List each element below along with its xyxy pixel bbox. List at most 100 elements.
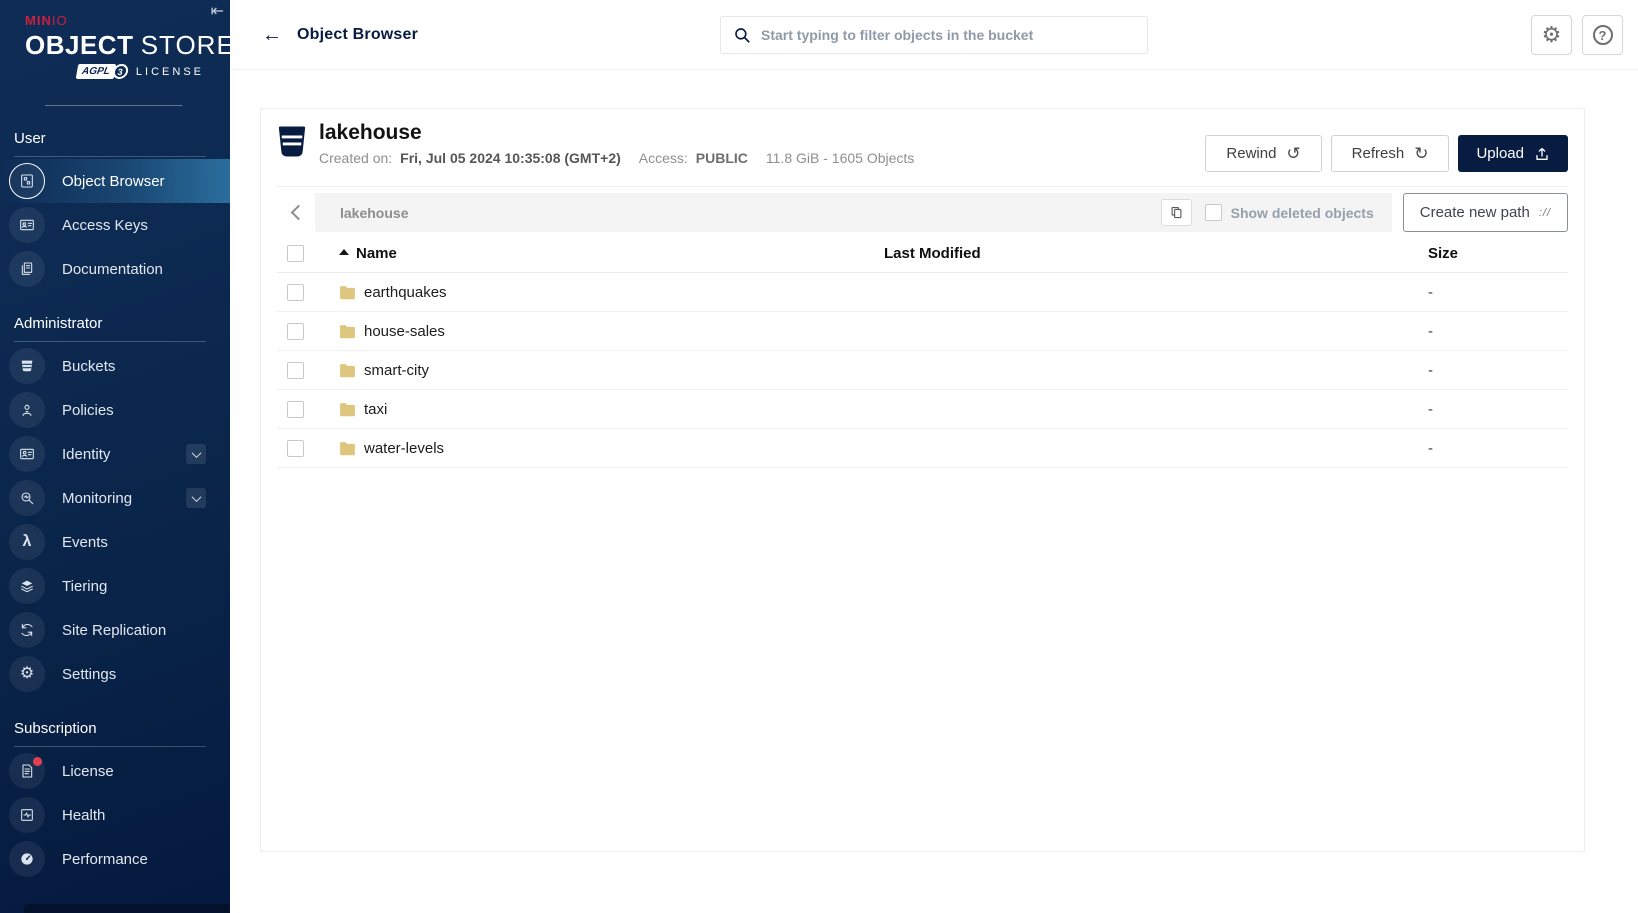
created-value: Fri, Jul 05 2024 10:35:08 (GMT+2) — [400, 150, 621, 166]
sidebar-item-policies[interactable]: Policies — [0, 388, 230, 432]
folder-icon — [340, 441, 355, 455]
back-navigation[interactable]: ← Object Browser — [230, 25, 418, 45]
documentation-icon — [9, 251, 45, 287]
bucket-header: lakehouse Created on: Fri, Jul 05 2024 1… — [277, 109, 1568, 187]
copy-path-button[interactable] — [1160, 199, 1192, 226]
row-checkbox[interactable] — [287, 322, 304, 340]
section-title: Subscription — [14, 720, 97, 737]
sidebar-item-label: Access Keys — [62, 216, 148, 234]
sidebar-item-label: Identity — [62, 445, 111, 463]
page-title: Object Browser — [297, 25, 419, 43]
sidebar-item-performance[interactable]: Performance — [0, 837, 230, 881]
table-row[interactable]: taxi - — [277, 390, 1568, 429]
row-checkbox[interactable] — [287, 283, 304, 301]
filter-search-box[interactable] — [720, 16, 1148, 54]
rewind-button[interactable]: Rewind ↺ — [1205, 135, 1322, 172]
search-icon — [735, 28, 750, 43]
product-wordmark: OBJECT STORE — [25, 30, 230, 60]
object-size: - — [1428, 322, 1433, 340]
sidebar-item-buckets[interactable]: Buckets — [0, 344, 230, 388]
sidebar-item-access-keys[interactable]: Access Keys — [0, 203, 230, 247]
refresh-button[interactable]: Refresh ↻ — [1330, 135, 1450, 172]
created-label: Created on: — [319, 150, 393, 166]
row-checkbox[interactable] — [287, 400, 304, 418]
access-label: Access: — [638, 150, 688, 166]
create-new-path-button[interactable]: Create new path :// — [1402, 193, 1568, 232]
column-header-last-modified[interactable]: Last Modified — [884, 245, 1428, 262]
bucket-panel: lakehouse Created on: Fri, Jul 05 2024 1… — [260, 108, 1585, 852]
row-checkbox[interactable] — [287, 361, 304, 379]
copy-icon — [1171, 206, 1182, 219]
sidebar-item-documentation[interactable]: Documentation — [0, 247, 230, 291]
sidebar-item-health[interactable]: Health — [0, 793, 230, 837]
sidebar-item-monitoring[interactable]: Monitoring — [0, 476, 230, 520]
logo: MINIO OBJECT STORE AGPL 3 LICENSE — [0, 0, 230, 106]
sidebar-item-license[interactable]: License — [0, 749, 230, 793]
gear-icon: ⚙ — [1541, 22, 1562, 47]
tiering-icon — [9, 568, 45, 604]
access-keys-icon — [9, 207, 45, 243]
sidebar-item-site-replication[interactable]: Site Replication — [0, 608, 230, 652]
rewind-icon: ↺ — [1286, 143, 1301, 163]
object-size: - — [1428, 400, 1433, 418]
table-row[interactable]: house-sales - — [277, 312, 1568, 351]
objects-table: Name Last Modified Size earthquakes - ho… — [277, 234, 1568, 468]
object-name: earthquakes — [364, 283, 447, 301]
sidebar: ⇤ MINIO OBJECT STORE AGPL 3 LICENSE User … — [0, 0, 230, 913]
license-icon — [9, 753, 45, 789]
chevron-left-icon — [290, 204, 306, 221]
monitoring-icon — [9, 480, 45, 516]
sidebar-collapse-icon[interactable]: ⇤ — [211, 4, 224, 20]
path-back-button[interactable] — [277, 193, 315, 232]
license-label: LICENSE — [135, 65, 204, 78]
sidebar-item-settings[interactable]: ⚙ Settings — [0, 652, 230, 696]
minio-wordmark: MINIO — [25, 13, 68, 28]
object-name: taxi — [364, 400, 388, 418]
sort-ascending-icon — [339, 248, 349, 255]
select-all-checkbox[interactable] — [287, 244, 304, 262]
sidebar-item-label: Site Replication — [62, 621, 167, 639]
help-button[interactable]: ? — [1582, 15, 1623, 55]
refresh-icon: ↻ — [1414, 143, 1429, 163]
sidebar-item-identity[interactable]: Identity — [0, 432, 230, 476]
sidebar-item-object-browser[interactable]: Object Browser — [0, 159, 230, 203]
main-area: ← Object Browser ⚙ ? lakehouse Created o… — [230, 0, 1638, 913]
browse-bar: lakehouse Show deleted objects Create ne… — [277, 193, 1568, 232]
bucket-icon — [278, 126, 306, 157]
folder-icon — [340, 285, 355, 299]
column-header-size[interactable]: Size — [1428, 245, 1568, 262]
folder-icon — [340, 363, 355, 377]
sidebar-item-label: Settings — [62, 665, 117, 683]
row-checkbox[interactable] — [287, 439, 304, 457]
sidebar-item-label: Performance — [62, 850, 148, 868]
search-input[interactable] — [761, 27, 1135, 43]
show-deleted-checkbox[interactable] — [1204, 204, 1222, 221]
table-row[interactable]: earthquakes - — [277, 273, 1568, 312]
show-deleted-label: Show deleted objects — [1230, 204, 1374, 221]
bucket-name: lakehouse — [319, 121, 422, 144]
section-title: User — [14, 130, 46, 147]
sidebar-item-label: Documentation — [62, 260, 163, 278]
object-size: - — [1428, 283, 1433, 301]
sidebar-item-label: Buckets — [62, 357, 116, 375]
column-header-name[interactable]: Name — [339, 245, 884, 262]
table-row[interactable]: water-levels - — [277, 429, 1568, 468]
settings-button[interactable]: ⚙ — [1531, 15, 1572, 55]
path-strip: lakehouse Show deleted objects — [315, 193, 1392, 232]
sidebar-item-tiering[interactable]: Tiering — [0, 564, 230, 608]
sidebar-item-label: Object Browser — [62, 172, 165, 190]
table-header-row: Name Last Modified Size — [277, 234, 1568, 273]
back-arrow-icon[interactable]: ← — [262, 25, 282, 45]
settings-icon: ⚙ — [9, 656, 45, 692]
sidebar-item-events[interactable]: λ Events — [0, 520, 230, 564]
sidebar-partial-item — [24, 904, 230, 913]
bucket-usage: 11.8 GiB - 1605 Objects — [765, 150, 915, 166]
show-deleted-toggle[interactable]: Show deleted objects — [1204, 204, 1374, 221]
events-icon: λ — [9, 524, 45, 560]
section-title: Administrator — [14, 315, 103, 332]
upload-button[interactable]: Upload — [1458, 135, 1568, 172]
chevron-down-icon[interactable] — [186, 488, 206, 508]
table-row[interactable]: smart-city - — [277, 351, 1568, 390]
folder-icon — [340, 324, 355, 338]
chevron-down-icon[interactable] — [186, 444, 206, 464]
